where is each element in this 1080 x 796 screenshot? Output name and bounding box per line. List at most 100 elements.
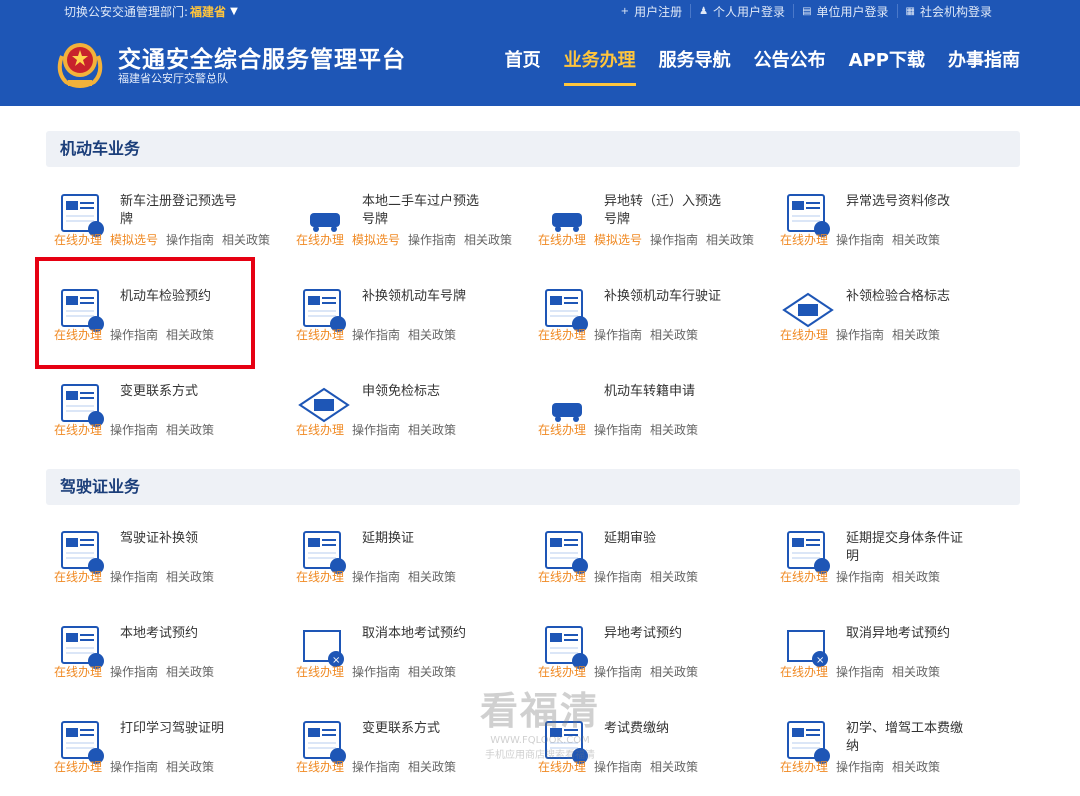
- service-item[interactable]: 申领免检标志 在线办理 操作指南 相关政策: [296, 379, 526, 459]
- service-title[interactable]: 异地考试预约: [604, 625, 728, 643]
- service-item[interactable]: 初学、增驾工本费缴纳在线办理 操作指南 相关政策: [780, 716, 1010, 796]
- caret-down-icon[interactable]: ▼: [230, 6, 238, 17]
- service-title[interactable]: 取消异地考试预约: [846, 625, 970, 643]
- service-item[interactable]: 考试费缴纳在线办理 操作指南 相关政策: [538, 716, 768, 796]
- online-handle-link[interactable]: 在线办理: [538, 665, 586, 679]
- guide-link[interactable]: 操作指南: [352, 328, 400, 342]
- guide-link[interactable]: 操作指南: [594, 423, 642, 437]
- policy-link[interactable]: 相关政策: [892, 760, 940, 774]
- guide-link[interactable]: 操作指南: [352, 665, 400, 679]
- online-handle-link[interactable]: 在线办理: [780, 570, 828, 584]
- service-title[interactable]: 打印学习驾驶证明: [120, 720, 244, 738]
- service-title[interactable]: 延期审验: [604, 530, 728, 548]
- service-item[interactable]: 延期换证在线办理 操作指南 相关政策: [296, 526, 526, 606]
- policy-link[interactable]: 相关政策: [408, 665, 456, 679]
- guide-link[interactable]: 操作指南: [836, 328, 884, 342]
- service-title[interactable]: 延期换证: [362, 530, 486, 548]
- guide-link[interactable]: 操作指南: [110, 423, 158, 437]
- online-handle-link[interactable]: 在线办理: [780, 665, 828, 679]
- guide-link[interactable]: 操作指南: [594, 665, 642, 679]
- online-handle-link[interactable]: 在线办理: [780, 233, 828, 247]
- service-item[interactable]: 本地二手车过户预选号牌 在线办理 模拟选号 操作指南 相关政策: [296, 189, 526, 269]
- online-handle-link[interactable]: 在线办理: [780, 760, 828, 774]
- service-item[interactable]: 异地考试预约在线办理 操作指南 相关政策: [538, 621, 768, 701]
- online-handle-link[interactable]: 在线办理: [54, 760, 102, 774]
- service-title[interactable]: 补换领机动车号牌: [362, 288, 486, 306]
- online-handle-link[interactable]: 在线办理: [538, 423, 586, 437]
- service-title[interactable]: 变更联系方式: [120, 383, 244, 401]
- service-item[interactable]: 延期审验 在线办理 操作指南 相关政策: [538, 526, 768, 606]
- guide-link[interactable]: 操作指南: [110, 570, 158, 584]
- policy-link[interactable]: 相关政策: [892, 570, 940, 584]
- service-title[interactable]: 驾驶证补换领: [120, 530, 244, 548]
- guide-link[interactable]: 操作指南: [650, 233, 698, 247]
- policy-link[interactable]: 相关政策: [222, 233, 270, 247]
- online-handle-link[interactable]: 在线办理: [538, 233, 586, 247]
- service-title[interactable]: 考试费缴纳: [604, 720, 728, 738]
- online-handle-link[interactable]: 在线办理: [54, 423, 102, 437]
- policy-link[interactable]: 相关政策: [166, 665, 214, 679]
- guide-link[interactable]: 操作指南: [166, 233, 214, 247]
- online-handle-link[interactable]: 在线办理: [538, 760, 586, 774]
- policy-link[interactable]: 相关政策: [892, 665, 940, 679]
- online-handle-link[interactable]: 在线办理: [54, 570, 102, 584]
- service-title[interactable]: 异常选号资料修改: [846, 193, 970, 211]
- guide-link[interactable]: 操作指南: [352, 570, 400, 584]
- policy-link[interactable]: 相关政策: [408, 328, 456, 342]
- service-title[interactable]: 本地考试预约: [120, 625, 244, 643]
- service-item[interactable]: 变更联系方式 在线办理 操作指南 相关政策: [54, 379, 284, 459]
- online-handle-link[interactable]: 在线办理: [538, 570, 586, 584]
- policy-link[interactable]: 相关政策: [650, 328, 698, 342]
- service-title[interactable]: 变更联系方式: [362, 720, 486, 738]
- policy-link[interactable]: 相关政策: [892, 328, 940, 342]
- service-item[interactable]: × 取消异地考试预约 在线办理 操作指南 相关政策: [780, 621, 1010, 701]
- service-title[interactable]: 延期提交身体条件证明: [846, 530, 970, 566]
- online-handle-link[interactable]: 在线办理: [296, 570, 344, 584]
- service-item[interactable]: 机动车转籍申请在线办理 操作指南 相关政策: [538, 379, 768, 459]
- service-item[interactable]: 补领检验合格标志在线办理 操作指南 相关政策: [780, 284, 1010, 364]
- online-handle-link[interactable]: 在线办理: [54, 233, 102, 247]
- policy-link[interactable]: 相关政策: [650, 665, 698, 679]
- policy-link[interactable]: 相关政策: [650, 570, 698, 584]
- guide-link[interactable]: 操作指南: [110, 760, 158, 774]
- service-item[interactable]: 驾驶证补换领 在线办理 操作指南 相关政策: [54, 526, 284, 606]
- service-item[interactable]: × 取消本地考试预约 在线办理 操作指南 相关政策: [296, 621, 526, 701]
- personal-login-link[interactable]: ♟ 个人用户登录: [690, 4, 793, 19]
- policy-link[interactable]: 相关政策: [892, 233, 940, 247]
- nav-item-4[interactable]: APP下载: [849, 46, 925, 86]
- guide-link[interactable]: 操作指南: [836, 760, 884, 774]
- service-item[interactable]: 打印学习驾驶证明 在线办理 操作指南 相关政策: [54, 716, 284, 796]
- service-item[interactable]: 异常选号资料修改 在线办理 操作指南 相关政策: [780, 189, 1010, 269]
- policy-link[interactable]: 相关政策: [408, 570, 456, 584]
- service-title[interactable]: 异地转（迁）入预选号牌: [604, 193, 728, 229]
- org-login-link[interactable]: ▦ 社会机构登录: [896, 4, 1000, 19]
- service-item[interactable]: 异地转（迁）入预选号牌 在线办理 模拟选号 操作指南 相关政策: [538, 189, 768, 269]
- policy-link[interactable]: 相关政策: [408, 423, 456, 437]
- guide-link[interactable]: 操作指南: [352, 423, 400, 437]
- service-title[interactable]: 申领免检标志: [362, 383, 486, 401]
- service-title[interactable]: 取消本地考试预约: [362, 625, 486, 643]
- service-title[interactable]: 初学、增驾工本费缴纳: [846, 720, 970, 756]
- service-item[interactable]: 本地考试预约 在线办理 操作指南 相关政策: [54, 621, 284, 701]
- simulate-select-link[interactable]: 模拟选号: [352, 233, 400, 247]
- service-item[interactable]: 补换领机动车行驶证 在线办理 操作指南 相关政策: [538, 284, 768, 364]
- online-handle-link[interactable]: 在线办理: [296, 760, 344, 774]
- service-title[interactable]: 机动车转籍申请: [604, 383, 728, 401]
- service-title[interactable]: 补领检验合格标志: [846, 288, 970, 306]
- nav-item-3[interactable]: 公告公布: [754, 46, 826, 86]
- guide-link[interactable]: 操作指南: [352, 760, 400, 774]
- online-handle-link[interactable]: 在线办理: [296, 233, 344, 247]
- nav-item-2[interactable]: 服务导航: [659, 46, 731, 86]
- online-handle-link[interactable]: 在线办理: [780, 328, 828, 342]
- guide-link[interactable]: 操作指南: [594, 328, 642, 342]
- policy-link[interactable]: 相关政策: [650, 423, 698, 437]
- service-item[interactable]: 延期提交身体条件证明在线办理 操作指南 相关政策: [780, 526, 1010, 606]
- guide-link[interactable]: 操作指南: [836, 570, 884, 584]
- online-handle-link[interactable]: 在线办理: [54, 665, 102, 679]
- service-item[interactable]: 补换领机动车号牌在线办理 操作指南 相关政策: [296, 284, 526, 364]
- company-login-link[interactable]: ▤ 单位用户登录: [793, 4, 896, 19]
- online-handle-link[interactable]: 在线办理: [296, 328, 344, 342]
- guide-link[interactable]: 操作指南: [594, 760, 642, 774]
- simulate-select-link[interactable]: 模拟选号: [594, 233, 642, 247]
- policy-link[interactable]: 相关政策: [650, 760, 698, 774]
